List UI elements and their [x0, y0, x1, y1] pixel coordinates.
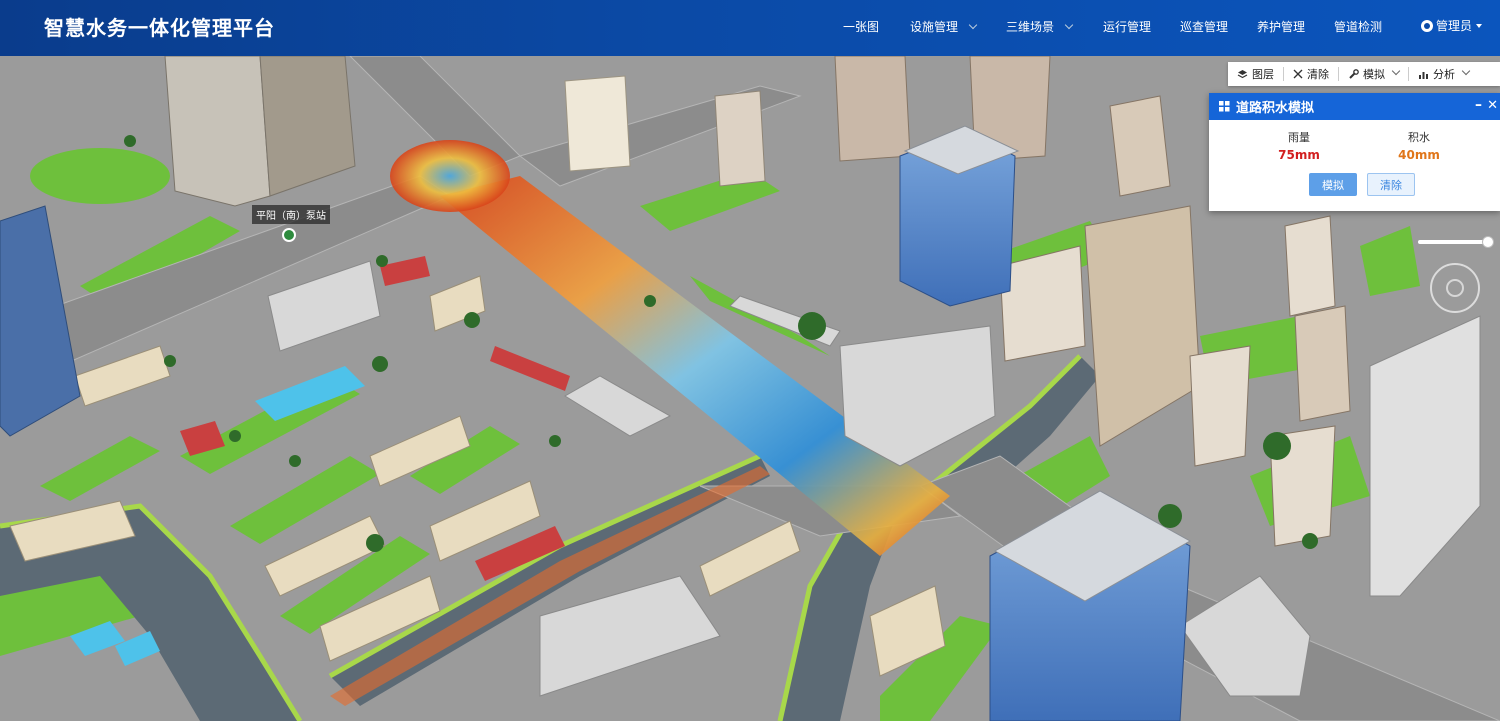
water-depth-value: 40mm	[1398, 148, 1440, 162]
top-header: 智慧水务一体化管理平台 一张图 设施管理 三维场景 运行管理 巡查管理 养护管理…	[0, 0, 1500, 56]
minimize-icon[interactable]: –	[1475, 97, 1482, 113]
nav-label: 运行管理	[1103, 20, 1152, 34]
rainfall-label: 雨量	[1288, 131, 1310, 144]
layers-icon	[1237, 69, 1248, 78]
water-depth-label: 积水	[1408, 131, 1430, 144]
nav-label: 养护管理	[1257, 20, 1306, 34]
clear-button[interactable]: 清除	[1367, 173, 1415, 196]
clear-tool-label: 清除	[1307, 68, 1329, 81]
rainfall-stat: 雨量 75mm	[1249, 129, 1349, 162]
flood-intersection	[390, 140, 510, 212]
compass-center-icon[interactable]	[1446, 279, 1464, 297]
grid-icon	[1219, 101, 1230, 112]
user-name: 管理员	[1435, 19, 1472, 33]
user-icon	[1420, 19, 1433, 32]
opacity-slider[interactable]	[1418, 240, 1490, 244]
panel-header: 道路积水模拟 – ✕	[1209, 93, 1500, 120]
nav-item-3d-scene[interactable]: 三维场景	[1006, 18, 1074, 35]
nav-item-operation[interactable]: 运行管理	[1103, 18, 1151, 35]
analysis-menu-button[interactable]: 分析	[1409, 62, 1478, 86]
panel-title: 道路积水模拟	[1236, 101, 1315, 116]
simulate-button[interactable]: 模拟	[1309, 173, 1357, 196]
pump-station-marker[interactable]	[282, 228, 296, 242]
nav-item-inspection[interactable]: 巡查管理	[1180, 18, 1228, 35]
user-menu[interactable]: 管理员	[1420, 17, 1482, 34]
nav-label: 管道检测	[1334, 20, 1383, 34]
flood-simulation-panel: 道路积水模拟 – ✕ 雨量 75mm 积水 40mm 模拟 清除	[1209, 93, 1500, 211]
clear-tool-button[interactable]: 清除	[1284, 62, 1338, 86]
bar-chart-icon	[1419, 71, 1428, 79]
analysis-menu-label: 分析	[1433, 68, 1455, 81]
nav-item-pipe-detection[interactable]: 管道检测	[1334, 18, 1382, 35]
nav-label: 一张图	[843, 20, 880, 34]
opacity-slider-handle[interactable]	[1482, 236, 1494, 248]
water-depth-stat: 积水 40mm	[1369, 129, 1469, 162]
nav-item-facility[interactable]: 设施管理	[910, 18, 978, 35]
pump-station-label[interactable]: 平阳（南）泵站	[252, 205, 330, 224]
simulate-menu-button[interactable]: 模拟	[1339, 62, 1408, 86]
nav-label: 巡查管理	[1180, 20, 1229, 34]
caret-down-icon	[1476, 23, 1482, 28]
nav-label: 三维场景	[1006, 20, 1055, 34]
nav-item-overview[interactable]: 一张图	[843, 18, 879, 35]
close-icon[interactable]: ✕	[1487, 98, 1498, 113]
simulate-menu-label: 模拟	[1363, 68, 1385, 81]
layers-label: 图层	[1252, 68, 1274, 81]
chevron-down-icon	[1064, 20, 1074, 30]
app-title: 智慧水务一体化管理平台	[44, 16, 275, 40]
rainfall-value: 75mm	[1278, 148, 1320, 162]
map-toolbar: 图层 清除 模拟 分析	[1228, 62, 1500, 86]
close-icon	[1293, 69, 1303, 79]
chevron-down-icon	[968, 20, 978, 30]
nav-item-maintenance[interactable]: 养护管理	[1257, 18, 1305, 35]
wrench-icon	[1349, 68, 1359, 79]
layers-button[interactable]: 图层	[1228, 62, 1283, 86]
chevron-down-icon	[1461, 66, 1471, 76]
navigation-compass[interactable]	[1430, 263, 1480, 313]
chevron-down-icon	[1391, 66, 1401, 76]
nav-label: 设施管理	[910, 20, 959, 34]
